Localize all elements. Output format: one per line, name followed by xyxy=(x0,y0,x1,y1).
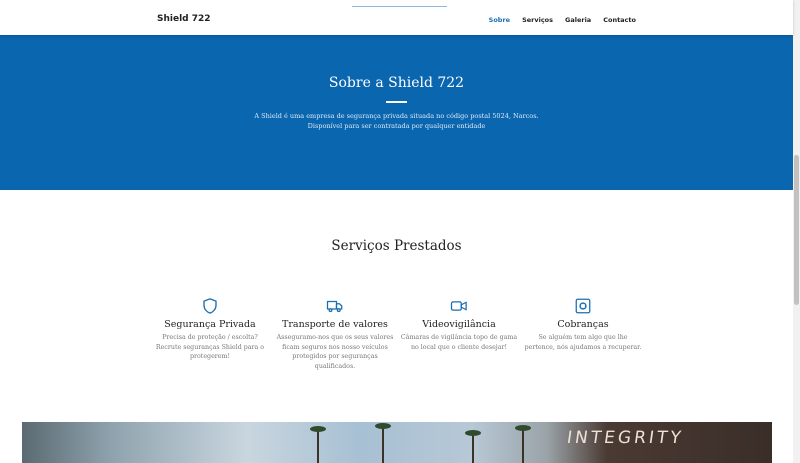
scrollbar-thumb[interactable] xyxy=(794,155,799,305)
truck-icon xyxy=(326,300,343,313)
video-camera-icon xyxy=(450,301,467,311)
service-title: Segurança Privada xyxy=(164,319,256,330)
service-title: Videovigilância xyxy=(422,319,496,330)
service-title: Cobranças xyxy=(557,319,609,330)
service-text: Precisa de proteção / escolta? Recrute s… xyxy=(155,334,265,360)
top-navbar: Shield 722 Sobre Serviços Galeria Contac… xyxy=(0,0,793,35)
top-accent-line xyxy=(352,6,447,7)
about-title: Sobre a Shield 722 xyxy=(328,75,465,91)
page-scrollbar[interactable] xyxy=(793,0,800,463)
building-sign: INTEGRITY xyxy=(565,428,686,448)
nav-link-sobre[interactable]: Sobre xyxy=(489,16,510,24)
service-card-video-surveillance: Videovigilância Câmaras de vigilância to… xyxy=(399,297,519,352)
nav-link-contacto[interactable]: Contacto xyxy=(603,16,636,24)
service-card-collections: Cobranças Se alguém tem algo que lhe per… xyxy=(523,297,643,352)
service-title: Transporte de valores xyxy=(282,319,388,330)
shield-icon xyxy=(203,298,217,314)
nav-link-servicos[interactable]: Serviços xyxy=(522,16,553,24)
nav-link-galeria[interactable]: Galeria xyxy=(565,16,591,24)
services-title: Serviços Prestados xyxy=(331,238,462,254)
title-divider xyxy=(386,101,407,103)
service-text: Se alguém tem algo que lhe pertence, nós… xyxy=(524,334,642,351)
about-section: Sobre a Shield 722 A Shield é uma empres… xyxy=(0,35,793,190)
service-card-private-security: Segurança Privada Precisa de proteção / … xyxy=(150,297,270,362)
brand-logo-text[interactable]: Shield 722 xyxy=(157,14,211,24)
service-card-valuables-transport: Transporte de valores Asseguramo-nos que… xyxy=(275,297,395,371)
gallery-banner-image: INTEGRITY xyxy=(22,422,772,463)
service-text: Asseguramo-nos que os seus valores ficam… xyxy=(276,334,394,370)
about-text: A Shield é uma empresa de segurança priv… xyxy=(254,112,539,130)
safe-icon xyxy=(575,298,591,314)
service-text: Câmaras de vigilância topo de gama no lo… xyxy=(400,334,518,351)
main-nav: Sobre Serviços Galeria Contacto xyxy=(489,16,636,24)
